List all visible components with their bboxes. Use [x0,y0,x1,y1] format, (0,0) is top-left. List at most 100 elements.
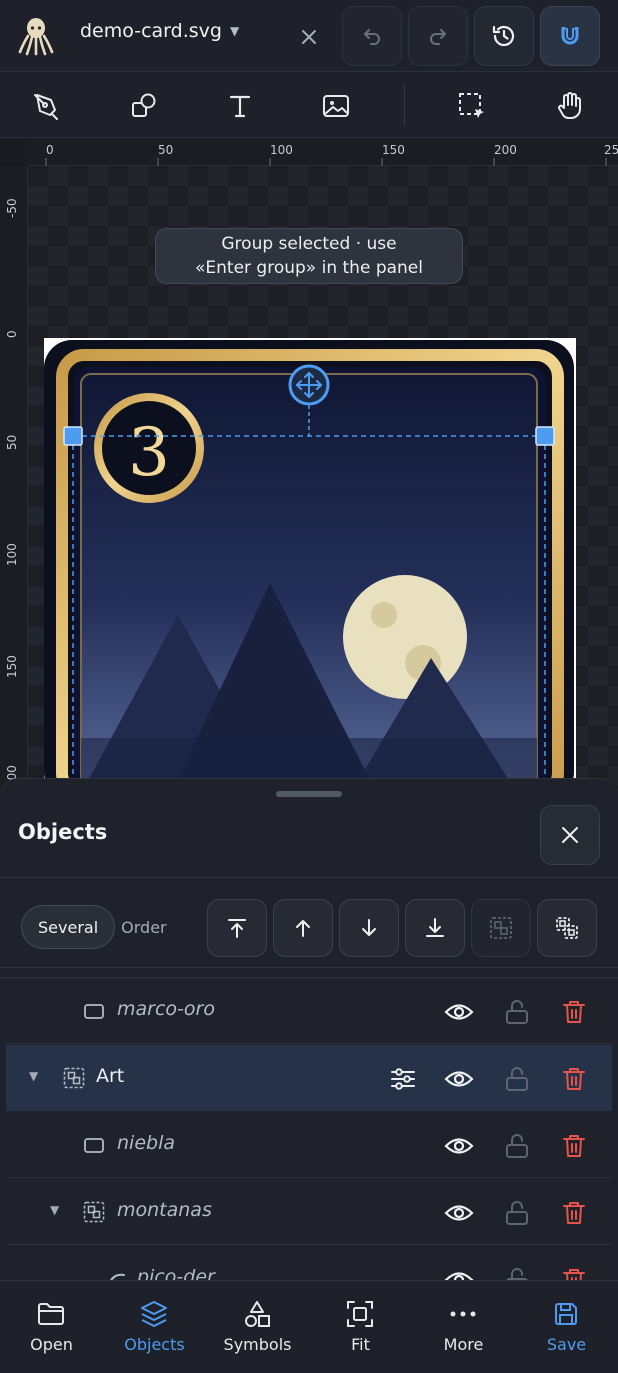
ruler-label: 100 [5,543,19,566]
hand-icon [558,92,581,119]
resize-handle-top-left[interactable] [63,426,83,446]
expand-toggle-icon[interactable]: ▼ [29,1069,38,1083]
group-selected-tooltip: Group selected · use «Enter group» in th… [155,228,463,284]
segment-several[interactable]: Several [21,905,116,949]
text-tool-button[interactable] [218,84,262,128]
undo-icon [364,29,380,45]
bring-to-front-button[interactable] [207,899,267,957]
eye-icon [444,1272,474,1280]
nav-fit[interactable]: Fit [309,1281,412,1373]
redo-icon [430,29,446,45]
delete-layer-button[interactable] [559,1265,589,1280]
layer-row[interactable]: marco-oro [6,978,612,1044]
expand-toggle-icon[interactable]: ▼ [50,1203,59,1217]
panel-drag-handle[interactable] [276,791,342,797]
undo-button[interactable] [342,6,402,66]
shapes-tool-button[interactable] [122,84,166,128]
lock-toggle[interactable] [502,1265,532,1280]
layer-row[interactable]: niebla [6,1112,612,1178]
folder-icon [36,1299,66,1329]
delete-layer-button[interactable] [559,1198,589,1228]
select-tool-button[interactable] [450,84,494,128]
visibility-toggle[interactable] [444,1198,474,1228]
badge-number: 3 [128,414,170,491]
eye-icon [444,1071,474,1087]
segment-order[interactable]: Order [115,918,166,937]
snap-magnet-toggle[interactable] [540,6,600,66]
delete-layer-button[interactable] [559,1064,589,1094]
tool-bar [0,72,618,138]
eye-icon [444,1138,474,1154]
ungroup-icon [556,917,578,939]
divider [0,877,618,878]
horizontal-ruler: 0 50 100 150 200 25 [28,138,618,166]
more-dots-icon [448,1299,478,1329]
layer-name: niebla [117,1132,175,1154]
save-icon [551,1299,581,1329]
close-panel-button[interactable] [540,805,600,865]
history-button[interactable] [474,6,534,66]
card-artwork[interactable]: 3 [44,338,576,788]
layer-row-selected[interactable]: ▼ Art [6,1045,612,1111]
send-to-back-button[interactable] [405,899,465,957]
nav-open[interactable]: Open [0,1281,103,1373]
layer-name: montanas [117,1199,212,1221]
ruler-label: 0 [5,330,19,338]
visibility-toggle[interactable] [444,1064,474,1094]
delete-layer-button[interactable] [559,1131,589,1161]
file-name-dropdown[interactable]: demo-card.svg ▼ [80,20,239,42]
delete-layer-button[interactable] [559,997,589,1027]
moon [343,575,467,699]
lock-toggle[interactable] [502,997,532,1027]
pen-tool-button[interactable] [24,84,68,128]
lock-toggle[interactable] [502,1131,532,1161]
group-icon [83,1201,105,1223]
canvas-area[interactable]: 0 50 100 150 200 25 -50 0 50 100 150 200 [0,138,618,788]
nav-save[interactable]: Save [515,1281,618,1373]
marquee-select-icon [459,93,484,118]
card-svg: 3 [44,338,576,788]
trash-icon [563,1269,585,1280]
fit-screen-icon [345,1299,375,1329]
lock-toggle[interactable] [502,1198,532,1228]
nav-label: Fit [351,1335,370,1354]
image-tool-button[interactable] [314,84,358,128]
ungroup-button[interactable] [537,899,597,957]
layer-adjust-button[interactable] [388,1064,418,1094]
rectangle-icon [84,1004,104,1019]
lock-toggle[interactable] [502,1064,532,1094]
arrow-down-icon [362,919,376,936]
visibility-toggle[interactable] [444,997,474,1027]
shapes-icon [132,93,156,117]
ruler-label: 150 [5,655,19,678]
pen-icon [34,94,58,120]
unlock-icon [506,1000,528,1024]
nav-objects[interactable]: Objects [103,1281,206,1373]
layer-row[interactable]: pico-der [6,1246,612,1280]
close-file-button[interactable] [292,20,326,54]
nav-label: More [443,1335,484,1354]
history-icon [492,25,515,47]
sliders-icon [391,1068,415,1090]
ruler-label: -50 [5,198,19,218]
top-bar: demo-card.svg ▼ [0,0,618,72]
eye-icon [444,1004,474,1020]
resize-handle-top-right[interactable] [535,426,555,446]
group-button[interactable] [471,899,531,957]
rectangle-icon [84,1138,104,1153]
layer-row[interactable]: ▼ montanas [6,1179,612,1245]
visibility-toggle[interactable] [444,1131,474,1161]
nav-more[interactable]: More [412,1281,515,1373]
group-icon [63,1067,85,1089]
bring-forward-button[interactable] [273,899,333,957]
nav-label: Save [546,1335,587,1354]
redo-button[interactable] [408,6,468,66]
nav-label: Open [30,1335,73,1354]
move-handle-icon[interactable] [288,364,330,406]
send-backward-button[interactable] [339,899,399,957]
pan-tool-button[interactable] [548,84,592,128]
visibility-toggle[interactable] [444,1265,474,1280]
nav-symbols[interactable]: Symbols [206,1281,309,1373]
unlock-icon [506,1201,528,1225]
trash-icon [563,1135,585,1157]
